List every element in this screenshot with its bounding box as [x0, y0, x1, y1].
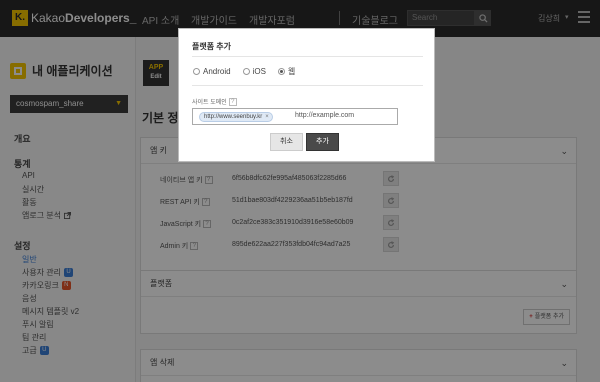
site-domain-label: 사이트 도메인?	[192, 97, 237, 107]
help-icon[interactable]: ?	[228, 98, 237, 107]
platform-radio-group: Android iOS 웹	[193, 66, 307, 77]
radio-ios[interactable]: iOS	[242, 67, 266, 76]
dialog-title: 플랫폼 추가	[192, 42, 232, 51]
radio-label: Android	[203, 67, 231, 76]
divider	[192, 56, 423, 57]
domain-input[interactable]: http://example.com	[295, 112, 354, 119]
domain-tag-text: http://www.seenbuy.kr	[204, 114, 263, 120]
radio-android[interactable]: Android	[193, 67, 231, 76]
radio-circle	[242, 68, 250, 75]
radio-circle	[277, 68, 285, 75]
add-platform-dialog: 플랫폼 추가 Android iOS 웹 사이트 도메인? http://www…	[178, 28, 435, 162]
divider	[192, 85, 423, 86]
radio-label: iOS	[252, 67, 266, 76]
cancel-button[interactable]: 취소	[270, 133, 303, 151]
domain-tag[interactable]: http://www.seenbuy.kr ×	[199, 112, 273, 122]
radio-label: 웹	[287, 67, 296, 76]
radio-circle	[193, 68, 200, 75]
add-button[interactable]: 추가	[306, 133, 339, 151]
radio-web[interactable]: 웹	[277, 66, 296, 77]
close-icon[interactable]: ×	[265, 114, 269, 120]
site-domain-label-text: 사이트 도메인	[192, 100, 227, 106]
site-domain-field[interactable]: http://www.seenbuy.kr × http://example.co…	[192, 108, 398, 125]
